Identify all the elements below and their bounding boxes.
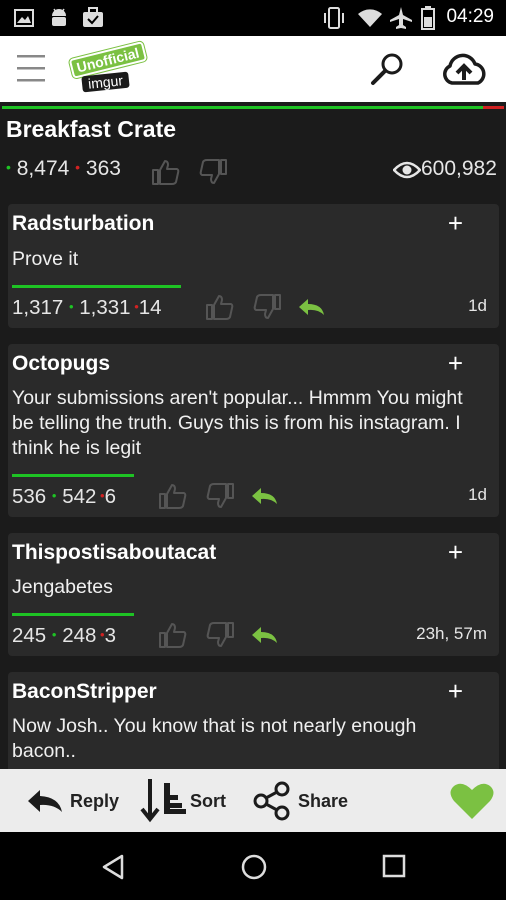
share-button[interactable]: Share [250,779,355,823]
expand-replies-icon[interactable]: + [448,348,463,379]
comment-downvote-icon[interactable] [252,293,282,321]
comment-downvotes: 14 [138,296,162,319]
comment-vote-bar [12,474,134,477]
favorite-heart-icon[interactable] [449,781,495,821]
comment-card[interactable]: Radsturbation + Prove it 1,317 • 1,331 •14 1… [8,204,499,328]
home-nav-icon[interactable] [240,853,268,881]
vote-ratio-down [483,106,504,109]
vote-ratio-up [2,106,483,109]
wifi-icon [358,9,382,27]
post-points: 8,474 [16,157,70,180]
comment-vote-bar [12,285,181,288]
logo-imgur-text: imgur [81,71,130,93]
status-bar: 04:29 [0,0,506,36]
comment-upvotes: 542 [62,485,97,508]
app-bar: Unofficial imgur [0,36,506,102]
comment-text: Your submissions aren't popular... Hmmm … [12,387,463,459]
expand-replies-icon[interactable]: + [448,676,463,707]
post-title: Breakfast Crate [6,116,177,142]
comment-vote-bar [12,613,134,616]
comment-upvotes: 248 [62,624,97,647]
comment-upvote-icon[interactable] [158,621,188,649]
comment-score: 245 • 248 •3 [12,624,116,647]
comment-reply-icon[interactable] [298,298,326,318]
expand-replies-icon[interactable]: + [448,537,463,568]
recents-nav-icon[interactable] [382,854,406,878]
comment-score: 1,317 • 1,331 •14 [12,296,162,319]
comment-points: 536 [12,485,47,508]
comment-points: 245 [12,624,47,647]
sort-label: Sort [190,791,226,811]
airplane-mode-icon [390,7,412,29]
post-upvote-icon[interactable] [151,158,181,186]
reply-button[interactable]: Reply [22,779,130,823]
comment-age: 23h, 57m [416,624,487,643]
post-downvotes: 363 [85,157,121,180]
clock: 04:29 [446,6,494,27]
comment-age: 1d [468,296,487,315]
comment-author[interactable]: Thispostisaboutacat [12,541,216,565]
post-downvote-icon[interactable] [198,158,228,186]
hamburger-menu-icon[interactable] [17,54,45,84]
comment-downvotes: 3 [104,624,116,647]
comment-downvote-icon[interactable] [205,621,235,649]
battery-icon [421,6,435,30]
comment-reply-icon[interactable] [251,626,279,646]
comment-score: 536 • 542 •6 [12,485,116,508]
share-label: Share [298,791,349,811]
reply-label: Reply [70,791,120,811]
expand-replies-icon[interactable]: + [448,208,463,239]
search-icon[interactable] [370,51,406,87]
reply-arrow-icon [28,790,62,812]
comment-text: Jengabetes [12,576,113,598]
vote-ratio-bar [0,104,506,110]
comment-author[interactable]: Octopugs [12,352,110,376]
bottom-action-bar: Reply Sort Share [0,769,506,832]
vibrate-icon [324,7,344,29]
upload-cloud-icon[interactable] [440,53,488,87]
briefcase-notification-icon [83,7,103,27]
comment-card[interactable]: Thispostisaboutacat + Jengabetes 245 • 248 … [8,533,499,656]
comment-age: 1d [468,485,487,504]
image-notification-icon [14,9,34,27]
system-navigation-bar [0,832,506,900]
comment-downvotes: 6 [104,485,116,508]
views-eye-icon [393,161,421,179]
sort-button[interactable]: Sort [140,775,235,827]
comment-reply-icon[interactable] [251,487,279,507]
comment-author[interactable]: Radsturbation [12,212,154,236]
app-logo[interactable]: Unofficial imgur [68,41,148,96]
comment-downvote-icon[interactable] [205,482,235,510]
comment-upvote-icon[interactable] [205,293,235,321]
comment-upvote-icon[interactable] [158,482,188,510]
comment-points: 1,317 [12,296,64,319]
comment-card[interactable]: Octopugs + Your submissions aren't popular… [8,344,499,517]
back-nav-icon[interactable] [101,854,125,880]
comment-text: Prove it [12,248,79,270]
comment-upvotes: 1,331 [79,296,131,319]
post-score: • 8,474 • 363 [6,157,121,180]
android-notification-icon [52,8,66,26]
sort-icon [140,779,186,823]
comment-author[interactable]: BaconStripper [12,680,157,704]
post-views: 600,982 [421,157,497,180]
comment-text: Now Josh.. You know that is not nearly e… [12,715,417,762]
share-icon [253,781,290,821]
